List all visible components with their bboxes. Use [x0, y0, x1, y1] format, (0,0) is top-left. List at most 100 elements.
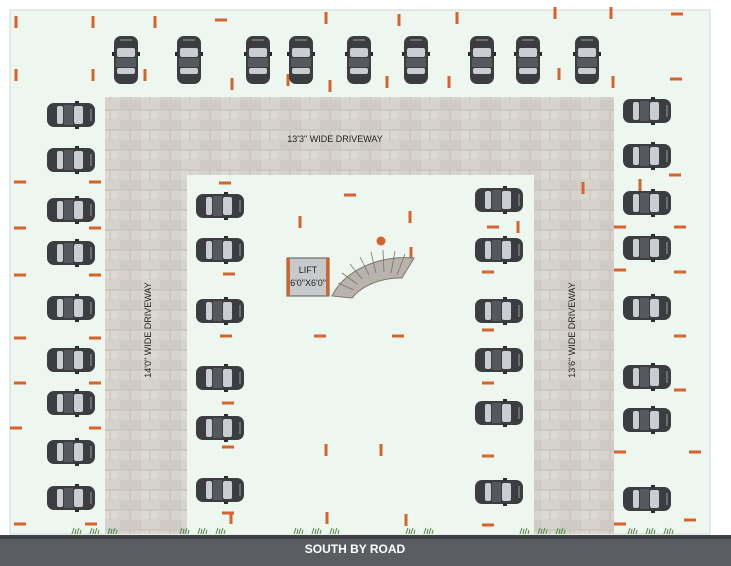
- stair-start-marker: [376, 236, 386, 246]
- parking-mark: [611, 76, 615, 88]
- road-label: SOUTH BY ROAD: [305, 542, 406, 556]
- parking-mark: [392, 334, 404, 338]
- parking-mark: [344, 193, 356, 197]
- car-top-8: [513, 35, 543, 85]
- parking-mark: [89, 336, 101, 340]
- parking-mark: [455, 12, 459, 24]
- lift-size: 6'0"X6'0": [290, 278, 326, 288]
- parking-mark: [409, 247, 413, 259]
- car-left-inner-3: [195, 296, 245, 326]
- car-right-inner-2: [474, 235, 524, 265]
- car-top-3: [243, 35, 273, 85]
- parking-mark: [674, 334, 686, 338]
- car-left-inner-4: [195, 363, 245, 393]
- parking-mark: [14, 522, 26, 526]
- parking-mark: [324, 12, 328, 24]
- lift-box: [286, 257, 330, 297]
- driveways: [105, 97, 614, 534]
- lift: LIFT 6'0"X6'0": [286, 257, 330, 297]
- parking-mark: [222, 401, 234, 405]
- car-left-inner-1: [195, 191, 245, 221]
- parking-mark: [614, 225, 626, 229]
- parking-mark: [609, 7, 613, 19]
- parking-mark: [219, 181, 231, 185]
- parking-mark: [14, 180, 26, 184]
- parking-mark: [614, 268, 626, 272]
- parking-mark: [447, 76, 451, 88]
- parking-mark: [10, 426, 22, 430]
- parking-mark: [408, 211, 412, 223]
- car-left-outer-8: [46, 437, 96, 467]
- parking-mark: [671, 12, 683, 16]
- car-right-inner-6: [474, 477, 524, 507]
- car-top-2: [174, 35, 204, 85]
- parking-mark: [325, 512, 329, 524]
- left-driveway-label: 14'0" WIDE DRIVEWAY: [143, 282, 153, 377]
- parking-mark: [89, 426, 101, 430]
- parking-mark: [153, 16, 157, 28]
- car-left-outer-6: [46, 345, 96, 375]
- car-right-outer-7: [622, 405, 672, 435]
- parking-mark: [669, 173, 681, 177]
- parking-mark: [314, 334, 326, 338]
- car-top-6: [401, 35, 431, 85]
- parking-mark: [14, 69, 18, 81]
- car-top-4: [286, 35, 316, 85]
- car-left-outer-3: [46, 195, 96, 225]
- car-left-inner-5: [195, 413, 245, 443]
- parking-mark: [89, 381, 101, 385]
- parking-mark: [230, 78, 234, 90]
- car-top-5: [344, 35, 374, 85]
- parking-mark: [670, 77, 682, 81]
- car-right-outer-2: [622, 141, 672, 171]
- parking-mark: [379, 444, 383, 456]
- lift-title: LIFT: [299, 265, 318, 275]
- parking-mark: [89, 226, 101, 230]
- parking-mark: [222, 445, 234, 449]
- parking-mark: [298, 216, 302, 228]
- parking-mark: [674, 270, 686, 274]
- car-left-outer-2: [46, 145, 96, 175]
- parking-mark: [553, 7, 557, 19]
- car-left-outer-7: [46, 388, 96, 418]
- car-left-inner-2: [195, 235, 245, 265]
- parking-mark: [14, 226, 26, 230]
- car-top-7: [467, 35, 497, 85]
- parking-mark: [482, 381, 494, 385]
- car-top-1: [111, 35, 141, 85]
- car-top-9: [572, 35, 602, 85]
- parking-mark: [614, 522, 626, 526]
- parking-mark: [14, 381, 26, 385]
- parking-mark: [674, 225, 686, 229]
- parking-mark: [557, 68, 561, 80]
- parking-mark: [482, 454, 494, 458]
- parking-mark: [397, 14, 401, 26]
- parking-mark: [91, 69, 95, 81]
- car-left-outer-9: [46, 483, 96, 513]
- car-right-inner-1: [474, 185, 524, 215]
- parking-mark: [516, 221, 520, 233]
- parking-mark: [220, 334, 232, 338]
- parking-mark: [14, 273, 26, 277]
- car-right-outer-5: [622, 293, 672, 323]
- parking-mark: [482, 523, 494, 527]
- car-right-outer-4: [622, 233, 672, 263]
- parking-mark: [223, 272, 235, 276]
- parking-mark: [674, 388, 686, 392]
- parking-mark: [487, 225, 499, 229]
- parking-mark: [14, 16, 18, 28]
- car-right-outer-1: [622, 96, 672, 126]
- top-driveway-label: 13'3" WIDE DRIVEWAY: [287, 134, 382, 144]
- parking-mark: [229, 512, 233, 524]
- parking-mark: [614, 450, 626, 454]
- parking-mark: [404, 514, 408, 526]
- parking-mark: [89, 273, 101, 277]
- car-left-outer-1: [46, 100, 96, 130]
- south-road: SOUTH BY ROAD: [0, 535, 731, 566]
- parking-floor-plan: 13'3" WIDE DRIVEWAY 14'0" WIDE DRIVEWAY …: [0, 7, 731, 566]
- parking-mark: [14, 336, 26, 340]
- parking-mark: [689, 450, 701, 454]
- car-right-inner-4: [474, 345, 524, 375]
- car-right-outer-3: [622, 188, 672, 218]
- car-right-inner-3: [474, 296, 524, 326]
